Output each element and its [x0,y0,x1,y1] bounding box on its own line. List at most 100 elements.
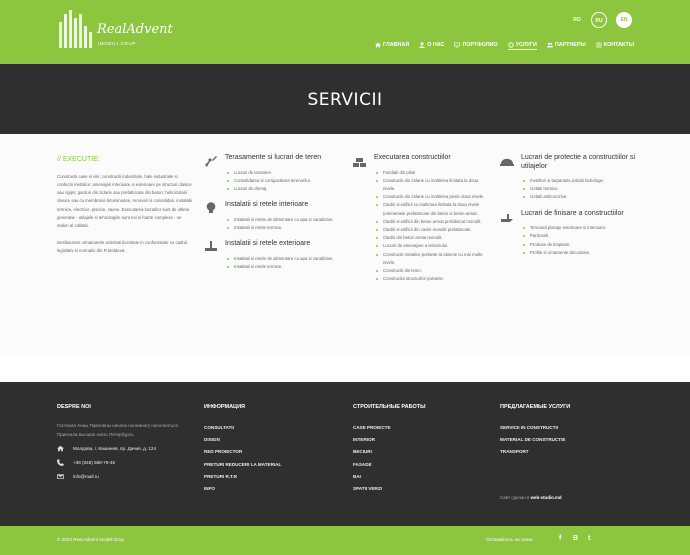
footer-link[interactable]: BAI [353,471,493,483]
services-column-4: Lucrari de protectie a constructiilor si… [500,154,640,257]
users-icon [546,42,553,48]
home-icon [375,42,382,48]
footer-link[interactable]: DISIGN [204,434,344,446]
lang-ro[interactable]: RO [569,12,585,28]
list-item: Izolatii anticorozive. [521,193,640,201]
services-content: // EXECUTIE: Constructii case si vile; c… [0,134,690,355]
footer-link[interactable]: SPATII VERZI [353,483,493,495]
footer-heading: ПРЕДЛАГАЕМЫЕ УСЛУГИ [500,404,571,410]
list-item: Lucrari de terasiere. [225,169,339,177]
footer-link[interactable]: PRETURI R.T.R [204,471,344,483]
gear-icon [508,41,514,48]
footer-about-text: Гостиная Анны Павловны начала понемногу … [57,423,180,437]
execution-license-paragraph: Desfasuram urmatoarele activitati licent… [57,239,188,253]
list-item: Constructii metalice portante la obiecte… [374,251,488,267]
nav-home[interactable]: ГЛАВНАЯ [375,40,409,50]
list-item: Cladiri si edificii din cadre monolit pr… [374,226,488,234]
footer-heading: DESPRE NOI [57,404,91,410]
footer-link[interactable]: MATERIAL DE CONSTRUCTIE [500,434,640,446]
service-block: Instalatii si retele exterioare Instalat… [204,240,339,271]
page-title: SERVICII [307,90,383,110]
mail-icon [57,473,64,479]
lang-ru[interactable]: RU [591,12,607,28]
services-column-3: Executarea constructiilor Fundatii din p… [353,154,488,283]
footer-info: ИНФОРМАЦИЯ CONSULTATII DISIGN RED PROIEC… [204,404,344,495]
credit-link[interactable]: web-studio.md [531,495,562,500]
service-title: Lucrari de finisare a constructiilor [521,209,624,217]
service-block: Terasamente si lucrari de teren Lucrari … [204,154,339,193]
list-item: Consolidarea si compactarea terenurilor. [225,177,339,185]
service-title: Executarea constructiilor [374,154,451,161]
execution-column: // EXECUTIE: Constructii case si vile; c… [57,156,192,255]
helmet-icon [500,154,514,168]
nav-portfolio[interactable]: ПОРТФОЛИО [454,40,498,50]
list-item: Fundatii din piloti [374,169,488,177]
bottom-bar: © 2013 Real Advent Imobili Grup Оставайт… [0,526,690,555]
list-item: Invelitori si tarpantele,izolatii hidrof… [521,177,640,185]
copyright: © 2013 Real Advent Imobili Grup [57,537,124,542]
footer-link[interactable]: INTERIOR [353,434,493,446]
list-item: Lucrari de drenaj. [225,185,339,193]
nav-contacts[interactable]: КОНТАКТЫ [596,40,634,50]
logo[interactable]: RealAdvent IMOBILI GRUP [57,10,177,50]
site-header: RealAdvent IMOBILI GRUP RO RU EN ГЛАВНАЯ… [0,0,690,64]
pipe-icon [204,240,218,254]
list-item: Pardoseli. [521,232,640,240]
list-item: Instalatii si retele termice. [225,263,339,271]
footer-link[interactable]: INFO [204,483,344,495]
footer-link[interactable]: TRANSPORT [500,446,640,458]
footer-link[interactable]: CASE PROIECTE [353,422,493,434]
list-item: Cladiri si edificii din beton armat pref… [374,218,488,226]
home-icon [57,445,64,451]
list-item: Instalatii si retele de alimentare cu ap… [225,255,339,263]
footer-link[interactable]: BECIURI [353,446,493,458]
list-item: Izolatii termice. [521,185,640,193]
facebook-icon[interactable]: f [559,535,561,542]
logo-building-icon [57,10,93,48]
footer-link[interactable]: CONSULTATII [204,422,344,434]
list-item: Constructii din zidarie cu inaltimea lim… [374,177,488,193]
list-item: Tencuieli,placaje exterioare si interioa… [521,224,640,232]
list-item: Constructia structurilor portante. [374,275,488,283]
user-icon [419,42,425,48]
list-item: Produse de timplarie. [521,241,640,249]
footer-about: DESPRE NOI Гостиная Анны Павловны начала… [57,404,182,483]
nav-partners[interactable]: ПАРТНЕРЫ [546,40,586,50]
footer-phone: +38 (048) 568-79-46 [57,455,182,469]
service-block: Executarea constructiilor Fundatii din p… [353,154,488,283]
shovel-icon [204,154,218,168]
logo-name: RealAdvent [97,22,173,37]
main-nav: ГЛАВНАЯ О НАС ПОРТФОЛИО УСЛУГИ ПАРТНЕРЫ … [375,40,634,50]
site-footer: DESPRE NOI Гостиная Анны Павловны начала… [0,382,690,526]
footer-heading: СТРОИТЕЛЬНЫЕ РАБОТЫ [353,404,426,410]
phone-icon [57,458,64,466]
execution-title: // EXECUTIE: [57,156,100,163]
monitor-icon [454,42,461,48]
lightbulb-icon [204,201,218,215]
site-credit: Сайт сделан в web-studio.md [500,494,562,500]
footer-link[interactable]: RED PROIECTOR [204,446,344,458]
list-item: Constructii din zidarie cu inaltimea pes… [374,193,488,201]
list-item: Cladiri din beton armat monolit. [374,234,488,242]
service-title: Terasamente si lucrari de teren [225,154,322,161]
list-item: Profile si ornamente decorative. [521,249,640,257]
lang-en[interactable]: EN [616,12,632,28]
footer-link[interactable]: PRETURI REDUCERI LA MATERIAL [204,459,344,471]
twitter-icon[interactable]: t [588,535,590,542]
service-title: Instalatii si retele exterioare [225,240,311,248]
footer-email[interactable]: info@mail.ru [57,469,182,483]
footer-link[interactable]: FASADE [353,459,493,471]
footer-works: СТРОИТЕЛЬНЫЕ РАБОТЫ CASE PROIECTE INTERI… [353,404,493,495]
service-block: Lucrari de protectie a constructiilor si… [500,154,640,202]
bricks-icon [353,154,367,168]
nav-about[interactable]: О НАС [419,40,444,50]
nav-services[interactable]: УСЛУГИ [507,40,537,50]
service-block: Instalatii si retele interioare Instalat… [204,201,339,232]
footer-link[interactable]: SERVICII IN CONSTRUCTII [500,422,640,434]
vk-icon[interactable]: B [573,535,578,542]
follow-us-label: Оставайтесь на связи [486,537,533,542]
page-banner: SERVICII [0,64,690,134]
list-item: Cladiri si edificii cu inaltimea limitat… [374,201,488,217]
contact-icon [596,42,602,48]
footer-address: Молдова, г. Кишинев, пр. Дачия, д. 124 [57,441,182,455]
